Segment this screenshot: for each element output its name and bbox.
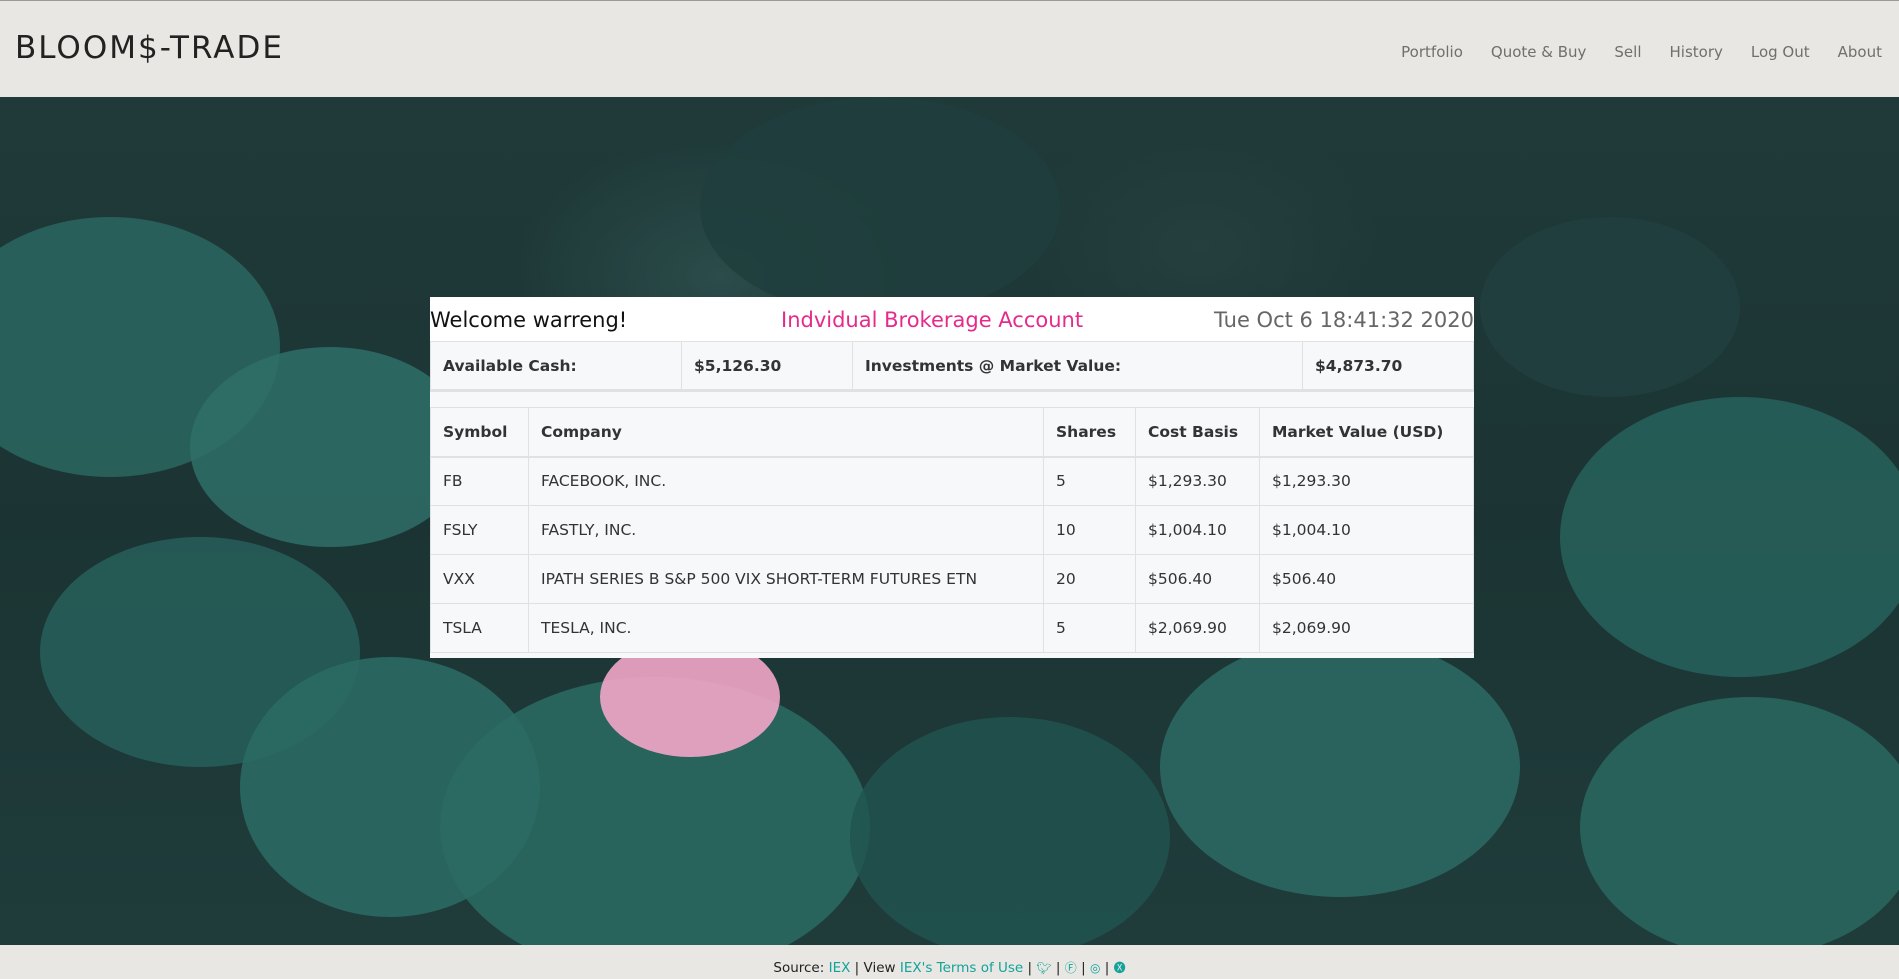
cell-company: FASTLY, INC.	[528, 505, 1044, 555]
summary-table: Available Cash: $5,126.30 Investments @ …	[430, 341, 1474, 390]
cell-market-value: $1,004.10	[1259, 505, 1474, 555]
investments-label: Investments @ Market Value:	[852, 341, 1303, 390]
iex-link[interactable]: IEX	[829, 960, 851, 976]
separator: |	[1081, 960, 1086, 976]
investments-value: $4,873.70	[1302, 341, 1474, 390]
nav-portfolio[interactable]: Portfolio	[1401, 43, 1463, 61]
summary-row: Available Cash: $5,126.30 Investments @ …	[430, 341, 1474, 390]
twitter-icon[interactable]: 🐦︎	[1036, 961, 1051, 975]
cell-symbol: FB	[430, 456, 529, 506]
linkedin-icon[interactable]: 🅧︎	[1114, 961, 1126, 975]
lily-pad	[1480, 217, 1740, 397]
separator: |	[1104, 960, 1110, 976]
table-header-row: Symbol Company Shares Cost Basis Market …	[430, 407, 1474, 458]
lily-pad	[1560, 397, 1899, 677]
cell-market-value: $506.40	[1259, 554, 1474, 604]
footer: Source: IEX | View IEX's Terms of Use | …	[0, 945, 1899, 979]
welcome-row: Welcome warreng! Indvidual Brokerage Acc…	[430, 297, 1474, 341]
nav-about[interactable]: About	[1838, 43, 1882, 61]
col-cost-basis: Cost Basis	[1135, 407, 1260, 458]
cell-company: FACEBOOK, INC.	[528, 456, 1044, 506]
cell-cost-basis: $506.40	[1135, 554, 1260, 604]
separator: |	[1055, 960, 1061, 976]
nav-log-out[interactable]: Log Out	[1751, 43, 1810, 61]
cell-symbol: TSLA	[430, 603, 529, 653]
instagram-icon[interactable]: ◎	[1090, 961, 1100, 975]
terms-link[interactable]: IEX's Terms of Use	[900, 960, 1023, 976]
navbar: BLOOM$-TRADE Portfolio Quote & Buy Sell …	[0, 0, 1899, 97]
datetime: Tue Oct 6 18:41:32 2020	[1214, 308, 1474, 332]
facebook-icon[interactable]: Ⓕ	[1065, 961, 1077, 975]
cell-company: IPATH SERIES B S&P 500 VIX SHORT-TERM FU…	[528, 554, 1044, 604]
table-row: FSLY FASTLY, INC. 10 $1,004.10 $1,004.10	[430, 505, 1474, 555]
lily-pad	[850, 717, 1170, 945]
col-market-value: Market Value (USD)	[1259, 407, 1474, 458]
divider	[430, 390, 1474, 407]
cell-cost-basis: $1,004.10	[1135, 505, 1260, 555]
col-company: Company	[528, 407, 1044, 458]
col-shares: Shares	[1043, 407, 1136, 458]
brand-logo[interactable]: BLOOM$-TRADE	[15, 30, 284, 66]
cell-cost-basis: $2,069.90	[1135, 603, 1260, 653]
cash-label: Available Cash:	[430, 341, 682, 390]
nav-quote-buy[interactable]: Quote & Buy	[1491, 43, 1587, 61]
cell-shares: 5	[1043, 456, 1136, 506]
nav-sell[interactable]: Sell	[1614, 43, 1641, 61]
lily-pad	[190, 347, 470, 547]
cell-shares: 10	[1043, 505, 1136, 555]
cell-symbol: VXX	[430, 554, 529, 604]
table-row: VXX IPATH SERIES B S&P 500 VIX SHORT-TER…	[430, 554, 1474, 604]
cash-value: $5,126.30	[681, 341, 853, 390]
lily-pad	[1580, 697, 1899, 945]
col-symbol: Symbol	[430, 407, 529, 458]
separator: |	[1027, 960, 1033, 976]
nav-history[interactable]: History	[1670, 43, 1723, 61]
portfolio-panel: Welcome warreng! Indvidual Brokerage Acc…	[430, 297, 1474, 658]
cell-company: TESLA, INC.	[528, 603, 1044, 653]
view-label: View	[863, 960, 896, 976]
welcome-message: Welcome warreng!	[430, 308, 628, 332]
separator: |	[854, 960, 860, 976]
table-row: TSLA TESLA, INC. 5 $2,069.90 $2,069.90	[430, 603, 1474, 653]
lily-pad	[700, 97, 1060, 317]
holdings-table: Symbol Company Shares Cost Basis Market …	[430, 407, 1474, 653]
source-label: Source:	[773, 960, 825, 976]
cell-shares: 5	[1043, 603, 1136, 653]
cell-cost-basis: $1,293.30	[1135, 456, 1260, 506]
account-title: Indvidual Brokerage Account	[781, 308, 1084, 332]
table-row: FB FACEBOOK, INC. 5 $1,293.30 $1,293.30	[430, 456, 1474, 506]
nav-links: Portfolio Quote & Buy Sell History Log O…	[1401, 43, 1882, 61]
cell-market-value: $2,069.90	[1259, 603, 1474, 653]
lily-pad	[1160, 637, 1520, 897]
cell-market-value: $1,293.30	[1259, 456, 1474, 506]
cell-symbol: FSLY	[430, 505, 529, 555]
cell-shares: 20	[1043, 554, 1136, 604]
